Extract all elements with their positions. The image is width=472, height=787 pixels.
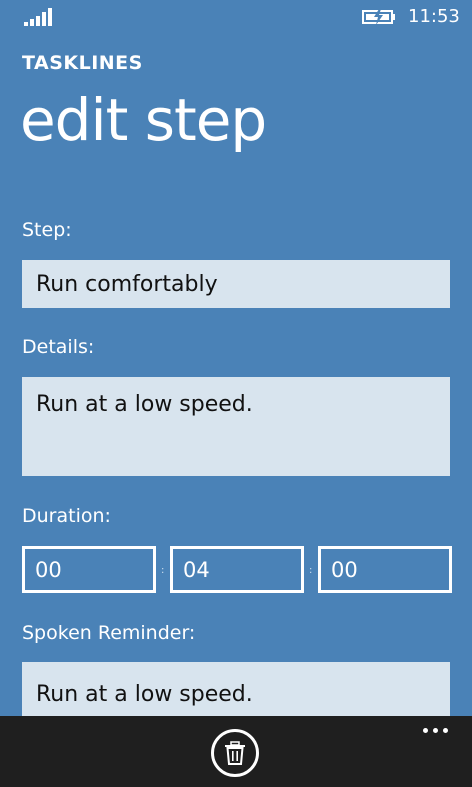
details-label: Details: <box>22 336 95 358</box>
status-bar: 11:53 <box>0 0 472 34</box>
signal-strength-icon <box>24 8 54 26</box>
edit-step-screen: 11:53 TASKLINES edit step Step: Details:… <box>0 0 472 787</box>
duration-label: Duration: <box>22 505 111 527</box>
step-label: Step: <box>22 219 72 241</box>
duration-minutes-input[interactable] <box>170 546 304 593</box>
trash-icon <box>225 741 245 765</box>
clock: 11:53 <box>408 6 460 27</box>
page-title: edit step <box>20 86 267 154</box>
ellipsis-icon <box>423 728 428 733</box>
step-input[interactable] <box>22 260 450 308</box>
duration-seconds-input[interactable] <box>318 546 452 593</box>
more-options-button[interactable] <box>420 724 460 740</box>
delete-button[interactable] <box>211 729 259 777</box>
app-name: TASKLINES <box>22 52 143 74</box>
duration-separator: : <box>309 565 313 576</box>
duration-separator: : <box>161 565 165 576</box>
app-bar <box>0 716 472 787</box>
details-input[interactable]: Run at a low speed. <box>22 377 450 476</box>
duration-hours-input[interactable] <box>22 546 156 593</box>
battery-charging-icon <box>362 9 395 25</box>
reminder-label: Spoken Reminder: <box>22 622 196 644</box>
reminder-input[interactable] <box>22 662 450 722</box>
